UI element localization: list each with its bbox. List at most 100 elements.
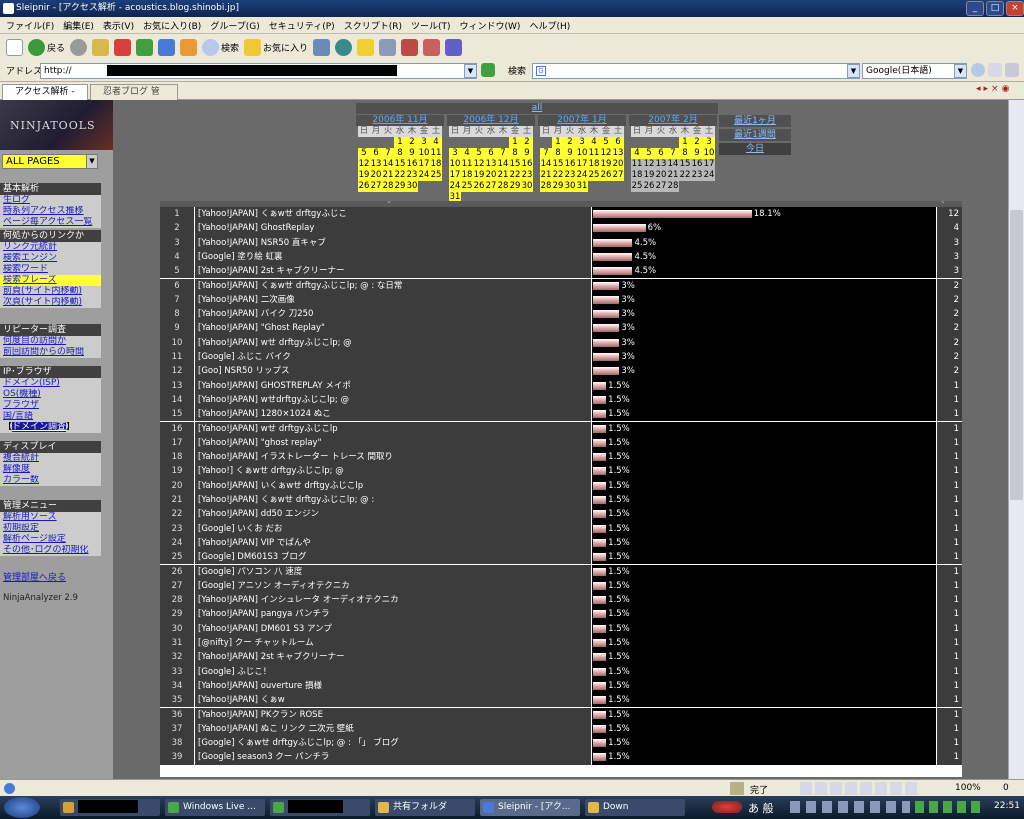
calendar-day[interactable]: 14: [382, 159, 394, 170]
calendar-day[interactable]: 5: [473, 148, 485, 159]
calendar-day[interactable]: 1: [509, 137, 521, 148]
flag-icon[interactable]: [423, 38, 441, 56]
calendar-day[interactable]: 13: [485, 159, 497, 170]
calendar-day[interactable]: 22: [509, 170, 521, 181]
calendar-day[interactable]: 23: [564, 170, 576, 181]
system-tray-icons[interactable]: [915, 801, 985, 813]
calendar-day[interactable]: 24: [449, 181, 461, 192]
calendar-day[interactable]: 15: [394, 159, 406, 170]
new-page-icon[interactable]: [6, 38, 23, 56]
stop-icon[interactable]: [114, 38, 132, 56]
calendar-day[interactable]: 23: [406, 170, 418, 181]
calendar-day[interactable]: 25: [430, 170, 442, 181]
calendar-day[interactable]: 3: [418, 137, 430, 148]
sidebar-item[interactable]: ドメイン(ISP): [0, 378, 101, 389]
calendar-day[interactable]: 6: [370, 148, 382, 159]
calendar-day[interactable]: 10: [576, 148, 588, 159]
calendar-day[interactable]: 1: [394, 137, 406, 148]
calendar-day[interactable]: 4: [461, 148, 473, 159]
ime-toolbar-icons[interactable]: [790, 801, 910, 813]
calendar-day[interactable]: 28: [382, 181, 394, 192]
calendar-day[interactable]: 1: [679, 137, 691, 148]
calendar-day[interactable]: 25: [588, 170, 600, 181]
range-link[interactable]: 最近1週間: [719, 129, 791, 141]
calendar-day[interactable]: 16: [406, 159, 418, 170]
taskbar-button-shared-folder[interactable]: 共有フォルダ: [375, 799, 475, 816]
engine-select[interactable]: Google(日本語): [862, 63, 967, 79]
range-link[interactable]: 最近1ヶ月: [719, 115, 791, 127]
calendar-day[interactable]: 25: [461, 181, 473, 192]
engine-dropdown[interactable]: ▼: [954, 64, 967, 78]
calendar-day[interactable]: 2: [691, 137, 703, 148]
calendar-day[interactable]: 17: [576, 159, 588, 170]
calendar-day[interactable]: 27: [612, 170, 624, 181]
calendar-day[interactable]: 8: [509, 148, 521, 159]
sidebar-item[interactable]: OS(機種): [0, 389, 101, 400]
sidebar-item[interactable]: 時系列アクセス推移: [0, 206, 101, 217]
calendar-day[interactable]: 9: [521, 148, 533, 159]
calendar-day[interactable]: 13: [370, 159, 382, 170]
calendar-month-title[interactable]: 2007年 2月: [629, 115, 717, 126]
taskbar-button-windows-live[interactable]: Windows Live ...: [165, 799, 265, 816]
calendar-day[interactable]: 4: [430, 137, 442, 148]
calendar-day[interactable]: 3: [576, 137, 588, 148]
calendar-day[interactable]: 5: [358, 148, 370, 159]
calendar-day[interactable]: 10: [703, 148, 715, 159]
zoom-level[interactable]: 100%: [955, 783, 981, 793]
calendar-day[interactable]: 24: [418, 170, 430, 181]
calendar-day[interactable]: 29: [394, 181, 406, 192]
calendar-day[interactable]: 1: [552, 137, 564, 148]
sidebar-item[interactable]: 何度目の訪問か: [0, 336, 101, 347]
reload-icon[interactable]: [136, 38, 154, 56]
back-to-admin-link[interactable]: 管理部屋へ戻る: [3, 570, 66, 583]
calendar-day[interactable]: 27: [370, 181, 382, 192]
calendar-day[interactable]: 7: [667, 148, 679, 159]
calendar-day[interactable]: 26: [600, 170, 612, 181]
search-dropdown[interactable]: ▼: [847, 64, 860, 78]
scroll-thumb[interactable]: [1010, 210, 1023, 500]
calendar-day[interactable]: 5: [643, 148, 655, 159]
search-button[interactable]: 検索: [202, 38, 239, 56]
sidebar-item[interactable]: その他･ログの初期化: [0, 545, 101, 556]
calendar-day[interactable]: 7: [540, 148, 552, 159]
menu-item-4[interactable]: グループ(G): [210, 19, 259, 32]
calendar-day[interactable]: 11: [461, 159, 473, 170]
sidebar-item[interactable]: 初期設定: [0, 523, 101, 534]
calendar-day[interactable]: 29: [509, 181, 521, 192]
calendar-day[interactable]: 11: [430, 148, 442, 159]
reload-all-icon[interactable]: [158, 38, 176, 56]
menu-item-9[interactable]: ヘルプ(H): [529, 19, 570, 32]
calendar-day[interactable]: 4: [631, 148, 643, 159]
calendar-month-title[interactable]: 2007年 1月: [538, 115, 626, 126]
calendar-day[interactable]: 3: [449, 148, 461, 159]
calendar-day[interactable]: 22: [394, 170, 406, 181]
calendar-day[interactable]: 21: [382, 170, 394, 181]
calendar-day[interactable]: 12: [473, 159, 485, 170]
close-all-icon[interactable]: [401, 38, 419, 56]
calendar-day[interactable]: 9: [564, 148, 576, 159]
menu-item-0[interactable]: ファイル(F): [6, 19, 54, 32]
menu-item-2[interactable]: 表示(V): [103, 19, 134, 32]
language-icon[interactable]: [445, 38, 463, 56]
calendar-day[interactable]: 16: [564, 159, 576, 170]
calendar-day[interactable]: 10: [449, 159, 461, 170]
calendar-day[interactable]: 8: [552, 148, 564, 159]
calendar-day[interactable]: 12: [358, 159, 370, 170]
taskbar-button-sleipnir[interactable]: Sleipnir - [アク...: [480, 799, 580, 816]
calendar-day[interactable]: 8: [679, 148, 691, 159]
minimize-button[interactable]: _: [966, 1, 984, 16]
sidebar-item[interactable]: 【ドメイン調査】: [0, 422, 101, 433]
calendar-day[interactable]: 30: [406, 181, 418, 192]
highlight-icon[interactable]: [988, 63, 1002, 77]
taskbar-button-down[interactable]: Down: [585, 799, 685, 816]
calendar-day[interactable]: 22: [552, 170, 564, 181]
taskbar-button-redacted1[interactable]: [60, 799, 160, 816]
sidebar-item[interactable]: 複合統計: [0, 453, 101, 464]
calendar-day[interactable]: 4: [588, 137, 600, 148]
status-icon-strip[interactable]: [800, 782, 920, 795]
sort-arrow-icon[interactable]: ⌄: [386, 197, 392, 205]
search-input[interactable]: G: [532, 63, 860, 79]
close-button[interactable]: ×: [1006, 1, 1024, 16]
sidebar-item[interactable]: ページ毎アクセス一覧: [0, 217, 101, 228]
vertical-scrollbar[interactable]: [1008, 100, 1024, 779]
